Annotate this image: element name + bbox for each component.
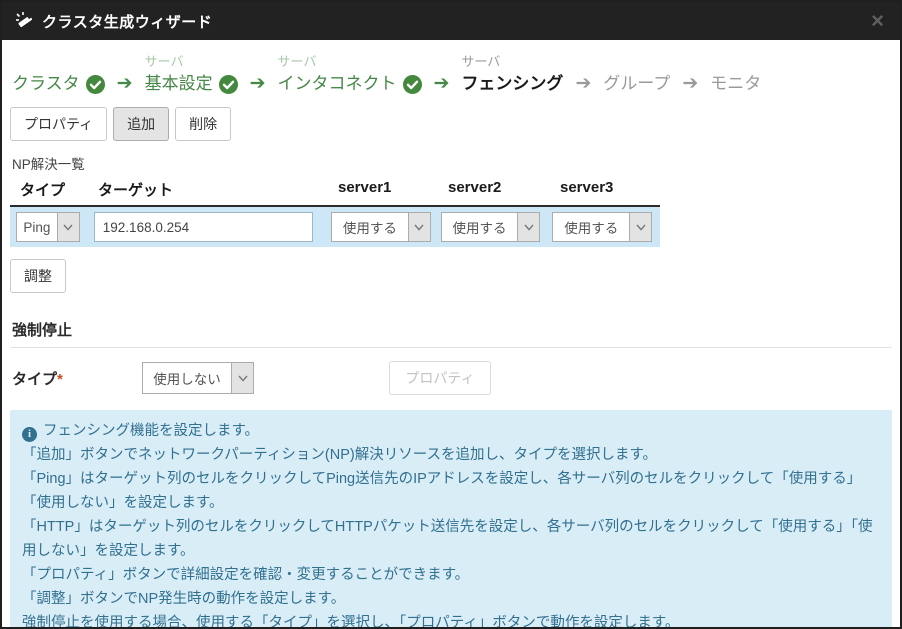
- arrow-icon: ➔: [434, 71, 450, 97]
- np-table-header: タイプ ターゲット server1 server2 server3: [10, 179, 660, 207]
- arrow-icon: ➔: [575, 71, 591, 97]
- step-group: グループ: [603, 52, 670, 97]
- wand-icon: [14, 11, 34, 31]
- step-monitor: モニタ: [710, 52, 761, 97]
- chevron-down-icon: [408, 213, 430, 241]
- section-divider: [10, 347, 892, 348]
- tune-button[interactable]: 調整: [10, 259, 66, 293]
- force-stop-row: タイプ* 使用しない プロパティ: [10, 360, 892, 396]
- step-fencing: サーバ フェンシング: [461, 52, 563, 97]
- force-stop-type-select[interactable]: 使用しない: [142, 362, 254, 394]
- arrow-icon: ➔: [117, 71, 133, 97]
- np-table-caption: NP解決一覧: [12, 153, 892, 173]
- check-circle-icon: [219, 75, 238, 94]
- chevron-down-icon: [629, 213, 651, 241]
- required-mark: *: [57, 371, 63, 388]
- col-header-target: ターゲット: [98, 179, 338, 200]
- force-stop-type-label: タイプ*: [10, 368, 142, 389]
- table-row: Ping 使用する 使用する 使用する: [10, 207, 660, 247]
- info-line: 「プロパティ」ボタンで詳細設定を確認・変更することができます。: [22, 563, 880, 587]
- info-line: iフェンシング機能を設定します。: [22, 419, 880, 443]
- col-header-type: タイプ: [20, 179, 98, 200]
- cluster-wizard-dialog: クラスタ生成ウィザード × クラスタ ➔ サーバ 基本設定 ➔ サーバ インタコ…: [0, 0, 902, 629]
- np-toolbar: プロパティ 追加 削除: [10, 107, 892, 141]
- info-line: 「調整」ボタンでNP発生時の動作を設定します。: [22, 587, 880, 611]
- close-icon[interactable]: ×: [867, 10, 888, 32]
- force-stop-section-title: 強制停止: [12, 319, 892, 340]
- check-circle-icon: [403, 75, 422, 94]
- np-server1-select[interactable]: 使用する: [331, 212, 431, 242]
- step-label: クラスタ: [12, 71, 80, 97]
- property-button[interactable]: プロパティ: [10, 107, 107, 141]
- col-header-server1: server1: [338, 179, 448, 200]
- step-basic-settings[interactable]: サーバ 基本設定: [145, 52, 238, 97]
- chevron-down-icon: [57, 213, 79, 241]
- info-line: 「Ping」はターゲット列のセルをクリックしてPing送信先のIPアドレスを設定…: [22, 467, 880, 515]
- step-label: 基本設定: [145, 71, 213, 97]
- info-line: 強制停止を使用する場合、使用する「タイプ」を選択し、「プロパティ」ボタンで動作を…: [22, 611, 880, 629]
- dialog-title: クラスタ生成ウィザード: [42, 11, 212, 32]
- step-label: モニタ: [710, 71, 761, 97]
- info-box: iフェンシング機能を設定します。 「追加」ボタンでネットワークパーティション(N…: [10, 410, 892, 629]
- info-line: 「HTTP」はターゲット列のセルをクリックしてHTTPパケット送信先を設定し、各…: [22, 515, 880, 563]
- np-type-select[interactable]: Ping: [16, 212, 80, 242]
- arrow-icon: ➔: [250, 71, 266, 97]
- step-nav: クラスタ ➔ サーバ 基本設定 ➔ サーバ インタコネクト ➔ サーバ: [12, 52, 892, 97]
- col-header-server2: server2: [448, 179, 560, 200]
- np-server2-select[interactable]: 使用する: [441, 212, 541, 242]
- step-interconnect[interactable]: サーバ インタコネクト: [278, 52, 422, 97]
- chevron-down-icon: [231, 363, 253, 393]
- step-label: グループ: [603, 71, 670, 97]
- dialog-body: クラスタ ➔ サーバ 基本設定 ➔ サーバ インタコネクト ➔ サーバ: [2, 40, 900, 629]
- add-button[interactable]: 追加: [113, 107, 169, 141]
- titlebar: クラスタ生成ウィザード ×: [2, 2, 900, 40]
- check-circle-icon: [86, 75, 105, 94]
- arrow-icon: ➔: [682, 71, 698, 97]
- np-target-input[interactable]: [94, 212, 313, 242]
- step-label: インタコネクト: [278, 71, 397, 97]
- chevron-down-icon: [517, 213, 539, 241]
- info-line: 「追加」ボタンでネットワークパーティション(NP)解決リソースを追加し、タイプを…: [22, 443, 880, 467]
- delete-button[interactable]: 削除: [175, 107, 231, 141]
- info-icon: i: [22, 427, 37, 442]
- col-header-server3: server3: [560, 179, 660, 200]
- step-label: フェンシング: [461, 71, 563, 97]
- np-server3-select[interactable]: 使用する: [552, 212, 652, 242]
- step-cluster[interactable]: クラスタ: [12, 52, 105, 97]
- np-table: タイプ ターゲット server1 server2 server3 Ping 使…: [10, 179, 660, 247]
- force-stop-property-button[interactable]: プロパティ: [389, 361, 491, 395]
